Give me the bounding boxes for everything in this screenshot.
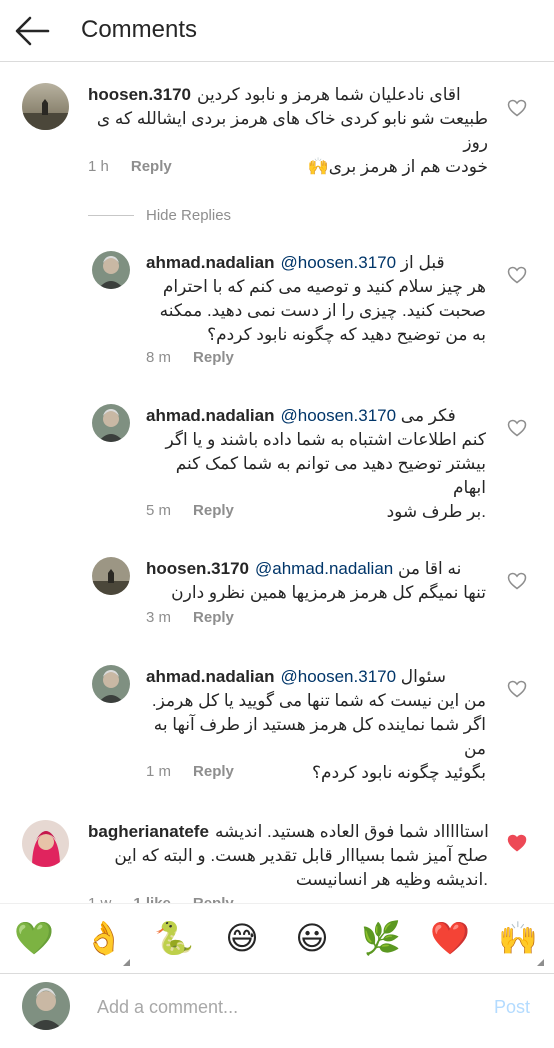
avatar[interactable]: [92, 251, 130, 289]
page-title: Comments: [81, 16, 198, 43]
reply-button[interactable]: Reply: [131, 158, 172, 175]
comment-meta: 3 m Reply: [146, 609, 256, 626]
comment-meta: 1 h Reply: [88, 158, 194, 175]
snake-emoji[interactable]: 🐍: [154, 918, 194, 958]
comment-time: 1 m: [146, 763, 172, 780]
divider: [88, 214, 134, 216]
reply-button[interactable]: Reply: [193, 763, 234, 780]
reply-button[interactable]: Reply: [193, 609, 234, 626]
reply-button[interactable]: Reply: [193, 502, 234, 519]
comment-text: ahmad.nadalian @hoosen.3170 قبل از هر چیز…: [146, 253, 486, 344]
comment-input[interactable]: [97, 990, 477, 1024]
liked-heart-icon[interactable]: [507, 834, 527, 852]
avatar[interactable]: [22, 820, 69, 867]
emoji-quick-bar: 💚 👌 🐍 😅 😃 🌿 ❤️ 🙌: [0, 903, 554, 973]
avatar: [22, 982, 70, 1030]
comment-text: hoosen.3170 @ahmad.nadalian نه اقا من تنه…: [146, 559, 486, 602]
avatar[interactable]: [92, 404, 130, 442]
comment-meta: 8 m Reply: [146, 349, 256, 366]
comment-username[interactable]: ahmad.nadalian: [146, 406, 274, 425]
skin-tone-indicator-icon: [537, 959, 544, 966]
avatar[interactable]: [22, 83, 69, 130]
comment-username[interactable]: ahmad.nadalian: [146, 667, 274, 686]
grinning-sweat-emoji[interactable]: 😅: [222, 918, 262, 958]
comments-list[interactable]: hoosen.3170 اقای نادعلیان شما هرمز و نابو…: [0, 63, 554, 903]
comment-time: 3 m: [146, 609, 172, 626]
green-heart-emoji[interactable]: 💚: [14, 918, 54, 958]
mention-link[interactable]: @hoosen.3170: [280, 667, 396, 686]
mention-link[interactable]: @hoosen.3170: [280, 406, 396, 425]
like-heart-icon[interactable]: [507, 266, 527, 284]
like-heart-icon[interactable]: [507, 99, 527, 117]
mention-link[interactable]: @hoosen.3170: [280, 253, 396, 272]
comment-meta: 1 w 1 like Reply: [88, 895, 256, 903]
comment-time: 5 m: [146, 502, 172, 519]
comment-username[interactable]: hoosen.3170: [88, 85, 191, 104]
like-heart-icon[interactable]: [507, 680, 527, 698]
avatar[interactable]: [92, 557, 130, 595]
raising-hands-emoji[interactable]: 🙌: [498, 918, 544, 966]
comment-username[interactable]: bagherianatefe: [88, 822, 209, 841]
post-button[interactable]: Post: [494, 997, 530, 1018]
comment-time: 1 w: [88, 895, 111, 903]
reply-button[interactable]: Reply: [193, 895, 234, 903]
comment-time: 8 m: [146, 349, 172, 366]
header-bar: Comments: [0, 0, 554, 62]
skin-tone-indicator-icon: [123, 959, 130, 966]
likes-count[interactable]: 1 like: [133, 895, 171, 903]
comment-username[interactable]: ahmad.nadalian: [146, 253, 274, 272]
comment-text: bagherianatefe استاااااد شما فوق العاده ه…: [88, 822, 489, 889]
reply-button[interactable]: Reply: [193, 349, 234, 366]
smiley-emoji[interactable]: 😃: [292, 918, 332, 958]
red-heart-emoji[interactable]: ❤️: [430, 918, 470, 958]
comment-time: 1 h: [88, 158, 109, 175]
avatar[interactable]: [92, 665, 130, 703]
like-heart-icon[interactable]: [507, 572, 527, 590]
mention-link[interactable]: @ahmad.nadalian: [255, 559, 393, 578]
hide-replies-button[interactable]: Hide Replies: [88, 205, 231, 225]
comment-username[interactable]: hoosen.3170: [146, 559, 249, 578]
back-arrow-icon[interactable]: [14, 14, 50, 48]
herb-emoji[interactable]: 🌿: [361, 918, 401, 958]
like-heart-icon[interactable]: [507, 419, 527, 437]
ok-hand-emoji[interactable]: 👌: [84, 918, 130, 966]
comment-meta: 1 m Reply: [146, 763, 256, 780]
comment-composer: Post: [0, 973, 554, 1048]
comment-meta: 5 m Reply: [146, 502, 256, 519]
